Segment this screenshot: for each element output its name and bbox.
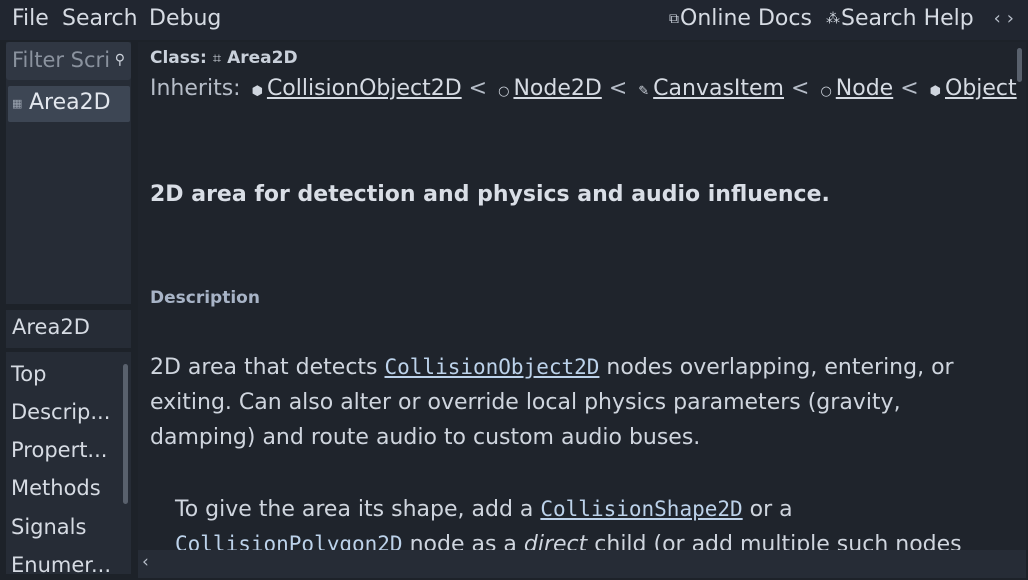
back-arrow-icon[interactable]: ‹ (994, 8, 1007, 29)
forward-arrow-icon[interactable]: › (1007, 8, 1020, 29)
class-header: Class: ⌗ Area2D (150, 48, 298, 68)
script-list-panel: Filter Scripts ⚲ ▦ Area2D (6, 42, 131, 304)
desc-text: 2D area that detects (150, 355, 385, 380)
inherit-separator: < (900, 76, 919, 101)
outline-item-description[interactable]: Descrip... (11, 400, 110, 424)
object-icon: ⬢ (929, 84, 941, 99)
inherit-link-collisionobject2d[interactable]: CollisionObject2D (267, 76, 462, 101)
filter-placeholder: Filter Scripts (12, 48, 110, 72)
collapse-arrow-icon[interactable]: ‹ (142, 552, 149, 572)
inherits-prefix: Inherits: (150, 76, 241, 101)
menu-search[interactable]: Search (62, 6, 138, 31)
search-icon: ⚲ (114, 52, 125, 68)
inherit-link-node2d[interactable]: Node2D (513, 76, 601, 101)
desc-text: child (or add multiple such nodes (587, 532, 962, 550)
area2d-class-icon: ⌗ (212, 49, 222, 67)
inherit-separator: < (468, 76, 488, 101)
canvasitem-icon: ✎ (638, 84, 650, 99)
desc-text: To give the area its shape, add a (175, 497, 541, 522)
inherits-line: Inherits: ⬢ CollisionObject2D < ○ Node2D <… (150, 76, 1017, 101)
online-docs-button[interactable]: ⧉ Online Docs (669, 6, 812, 31)
search-help-button[interactable]: ⁂ Search Help (826, 6, 974, 31)
bottom-toggle-bar: ‹ (138, 550, 1026, 578)
description-paragraph: 2D area that detects CollisionObject2D n… (150, 350, 1010, 455)
class-name: Area2D (227, 48, 298, 68)
desc-text: or a (742, 497, 793, 522)
outline-title: Area2D (6, 310, 131, 348)
desc-text: node as a (402, 532, 524, 550)
brief-description: 2D area for detection and physics and au… (150, 182, 830, 207)
outline-title-label: Area2D (12, 315, 90, 339)
history-nav: ‹› (994, 8, 1020, 29)
inherit-link-node[interactable]: Node (836, 76, 893, 101)
collision-object-icon: ⬢ (251, 84, 263, 99)
outline-list: Top Descrip... Propert... Methods Signal… (6, 352, 131, 574)
menu-file[interactable]: File (12, 6, 49, 31)
section-title-description: Description (150, 288, 260, 308)
outline-item-top[interactable]: Top (11, 362, 46, 386)
doc-panel: Class: ⌗ Area2D Inherits: ⬢ CollisionObje… (138, 42, 1026, 550)
menu-bar: File Search Debug ⧉ Online Docs ⁂ Search… (0, 0, 1028, 40)
inherit-separator: < (608, 76, 628, 101)
external-link-icon: ⧉ (669, 10, 679, 27)
script-item-label: Area2D (29, 90, 111, 115)
search-help-label: Search Help (841, 6, 974, 31)
inherit-link-canvasitem[interactable]: CanvasItem (653, 76, 784, 101)
node2d-icon: ○ (498, 84, 510, 99)
desc-emphasis: direct (523, 532, 588, 550)
online-docs-label: Online Docs (680, 6, 812, 31)
outline-item-properties[interactable]: Propert... (11, 438, 107, 462)
search-help-icon: ⁂ (826, 10, 840, 27)
doc-scrollbar[interactable] (1017, 48, 1022, 82)
menu-debug[interactable]: Debug (149, 6, 221, 31)
desc-link-collisionobject2d[interactable]: CollisionObject2D (385, 355, 600, 379)
class-icon: ▦ (12, 97, 23, 110)
description-paragraph-2: To give the area its shape, add a Collis… (175, 492, 1010, 550)
node-icon: ○ (820, 84, 832, 99)
outline-item-enumerations[interactable]: Enumer... (11, 553, 111, 574)
outline-item-methods[interactable]: Methods (11, 476, 101, 500)
desc-link-collisionshape2d[interactable]: CollisionShape2D (540, 497, 742, 521)
outline-scrollbar[interactable] (123, 364, 128, 504)
class-prefix: Class: (150, 48, 207, 68)
inherit-link-object[interactable]: Object (945, 76, 1017, 101)
outline-item-signals[interactable]: Signals (11, 515, 86, 539)
filter-scripts-input[interactable]: Filter Scripts ⚲ (6, 42, 131, 80)
inherit-separator: < (791, 76, 810, 101)
script-item-area2d[interactable]: ▦ Area2D (8, 86, 130, 122)
desc-link-collisionpolygon2d[interactable]: CollisionPolygon2D (175, 532, 403, 550)
